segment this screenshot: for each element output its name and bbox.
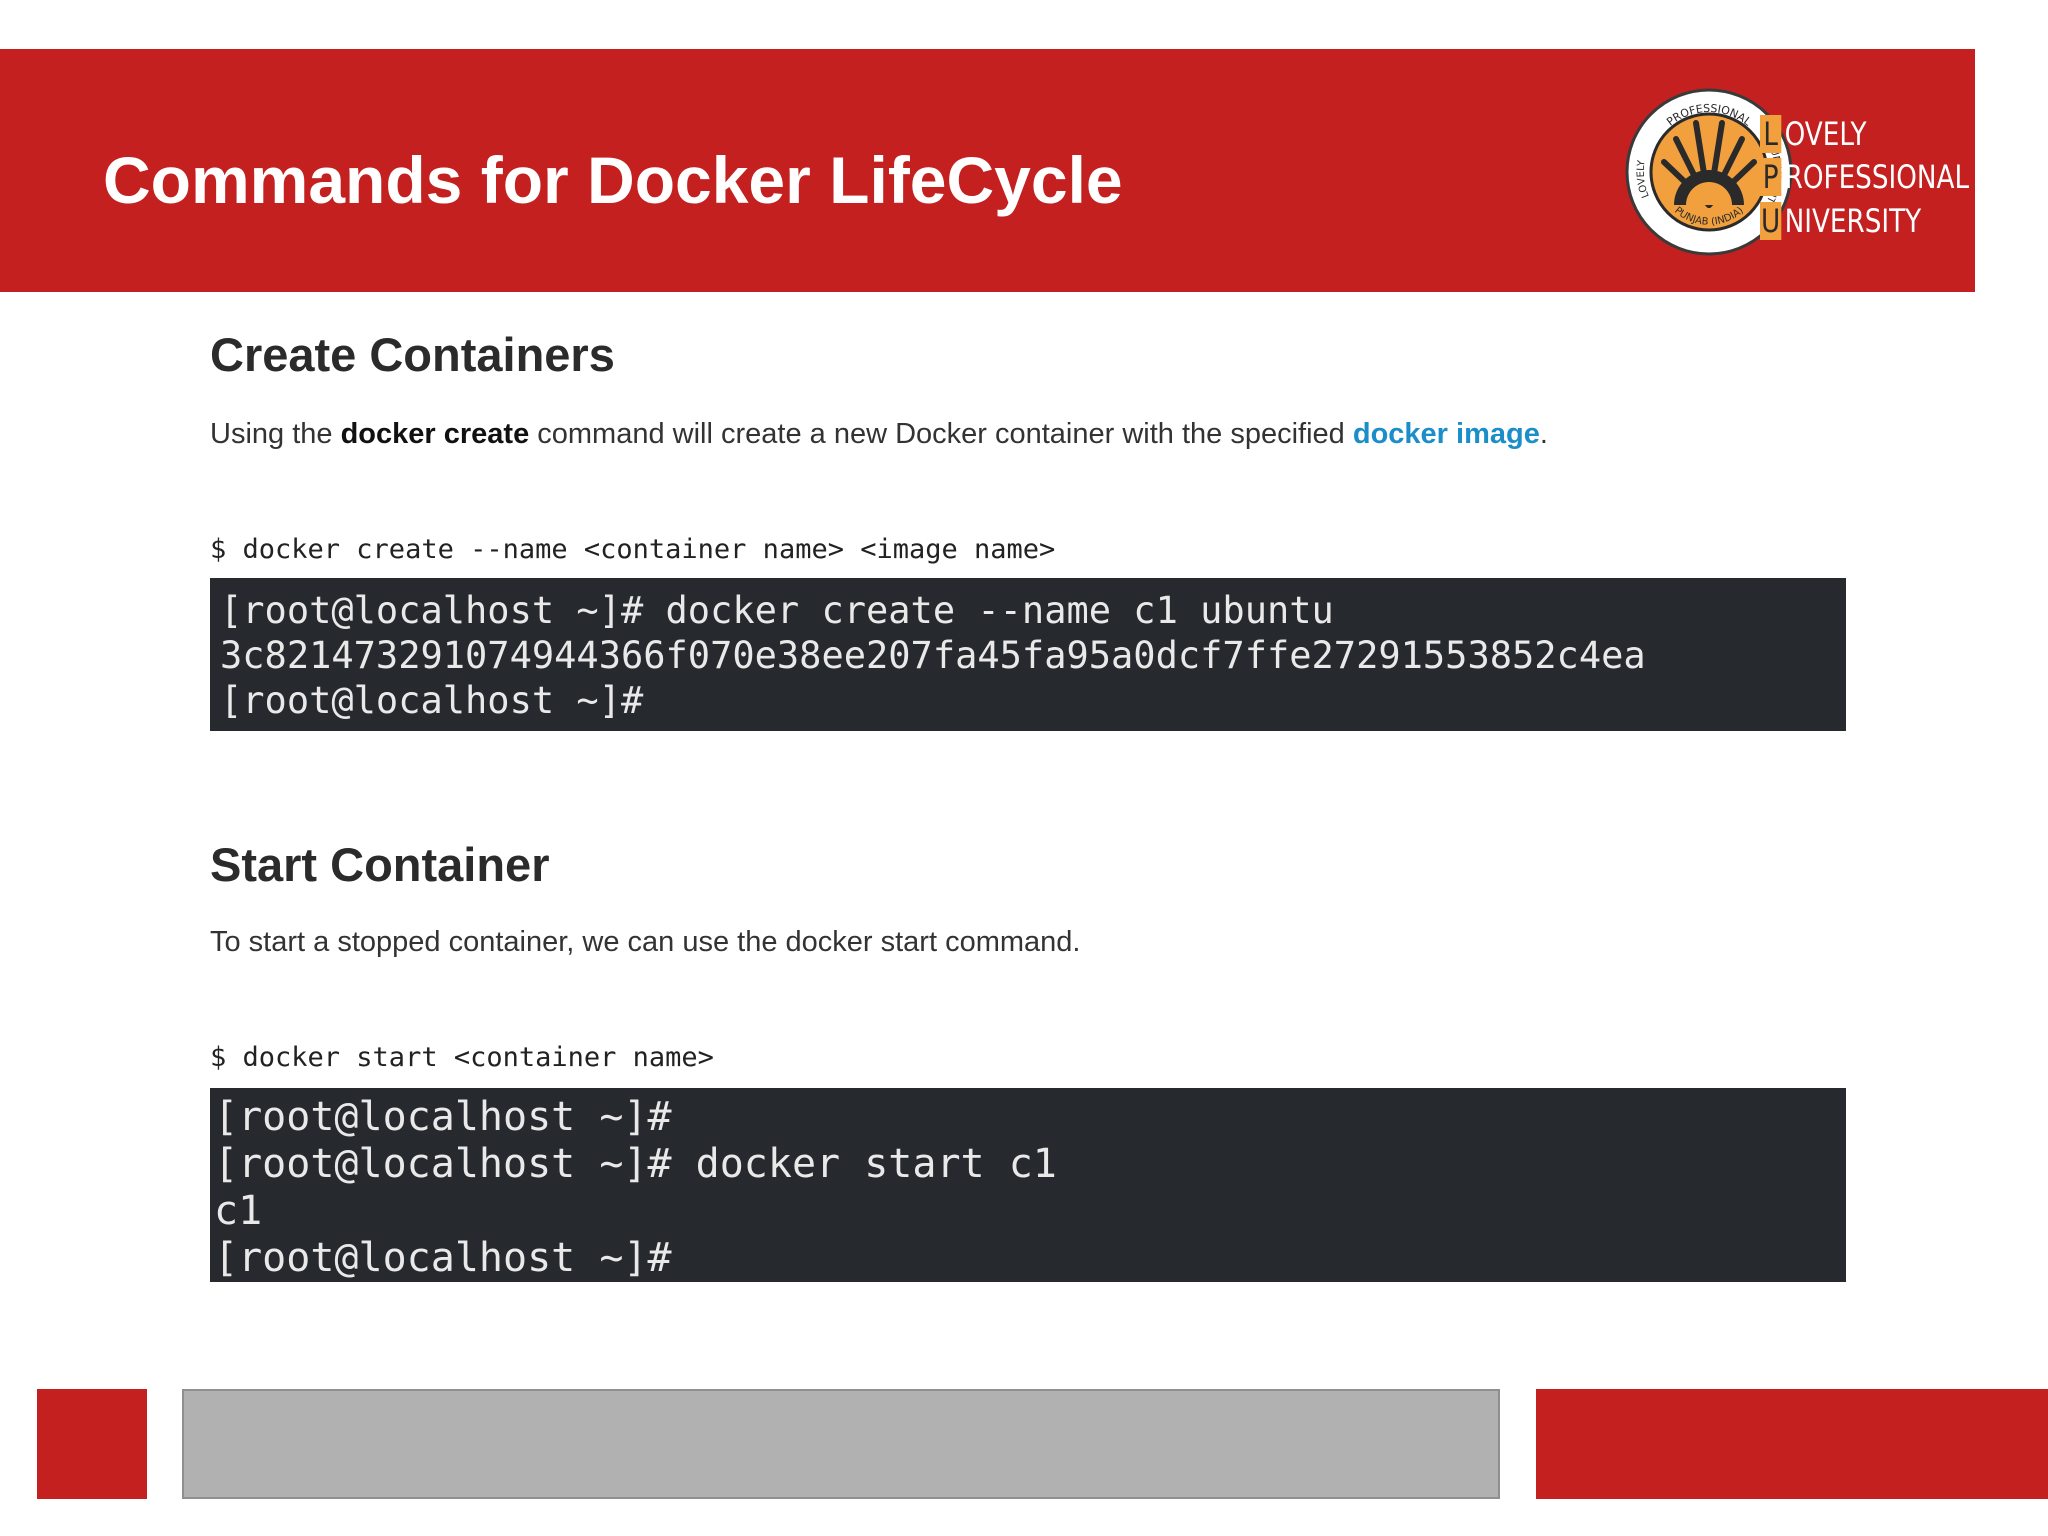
start-container-heading: Start Container bbox=[210, 838, 550, 891]
terminal-line: c1 bbox=[214, 1188, 263, 1234]
terminal-line: [root@localhost ~]# bbox=[214, 1094, 672, 1140]
terminal-line: 3c821473291074944366f070e38ee207fa45fa95… bbox=[220, 634, 1646, 677]
logo-word-rest: OVELY bbox=[1784, 115, 1867, 153]
logo-word-rest: ROFESSIONAL bbox=[1784, 158, 1970, 196]
footer-right-block bbox=[1536, 1389, 2048, 1499]
create-description: Using the docker create command will cre… bbox=[210, 418, 1548, 451]
start-description: To start a stopped container, we can use… bbox=[210, 926, 1081, 958]
logo-word-lovely: L OVELY bbox=[1760, 110, 1866, 154]
logo-word-rest: NIVERSITY bbox=[1784, 202, 1922, 240]
desc-middle: command will create a new Docker contain… bbox=[529, 418, 1353, 450]
create-terminal-output: [root@localhost ~]# docker create --name… bbox=[210, 578, 1846, 731]
logo-initial: U bbox=[1760, 202, 1782, 240]
start-syntax: $ docker start <container name> bbox=[210, 1042, 714, 1073]
desc-command: docker create bbox=[340, 418, 530, 450]
start-terminal-output: [root@localhost ~]# [root@localhost ~]# … bbox=[210, 1088, 1846, 1282]
terminal-line: [root@localhost ~]# bbox=[214, 1235, 672, 1281]
create-syntax: $ docker create --name <container name> … bbox=[210, 534, 1056, 565]
create-containers-heading: Create Containers bbox=[210, 328, 615, 381]
docker-image-link[interactable]: docker image bbox=[1353, 418, 1540, 450]
footer-left-block bbox=[37, 1389, 147, 1499]
logo-initial: P bbox=[1760, 158, 1782, 196]
terminal-line: [root@localhost ~]# docker create --name… bbox=[220, 589, 1334, 632]
logo-initial: L bbox=[1760, 115, 1782, 153]
footer-middle-bar bbox=[182, 1389, 1500, 1499]
desc-prefix: Using the bbox=[210, 418, 341, 450]
logo-word-professional: P ROFESSIONAL bbox=[1760, 153, 1969, 197]
logo-word-university: U NIVERSITY bbox=[1760, 197, 1921, 241]
slide-title: Commands for Docker LifeCycle bbox=[103, 143, 1123, 217]
terminal-line: [root@localhost ~]# docker start c1 bbox=[214, 1141, 1057, 1187]
terminal-line: [root@localhost ~]# bbox=[220, 679, 644, 722]
desc-suffix: . bbox=[1539, 418, 1548, 450]
